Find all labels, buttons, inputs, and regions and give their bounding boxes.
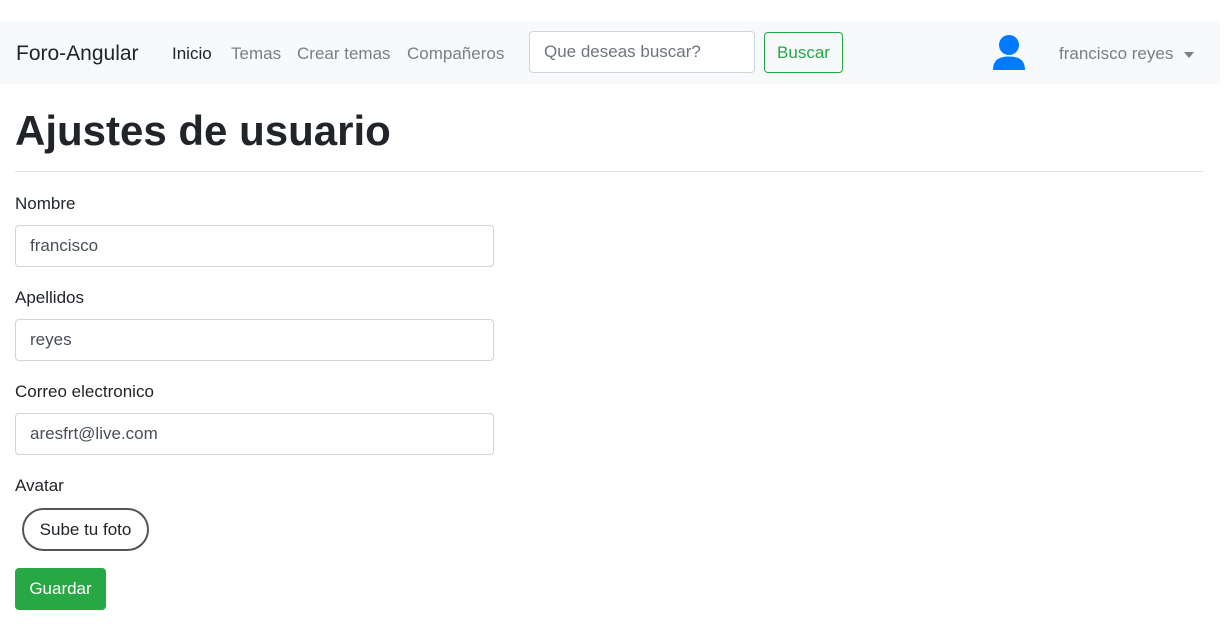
upload-photo-button[interactable]: Sube tu foto [22,508,149,551]
nombre-label: Nombre [15,194,76,213]
nav-link-crear-temas[interactable]: Crear temas [297,43,391,65]
apellidos-field[interactable] [15,319,494,361]
user-dropdown[interactable]: francisco reyes [1059,43,1195,65]
title-divider [15,171,1203,172]
user-name: francisco reyes [1059,44,1174,63]
navbar-brand[interactable]: Foro-Angular [16,41,139,67]
user-icon[interactable] [991,34,1027,72]
correo-field[interactable] [15,413,494,455]
nav-link-inicio[interactable]: Inicio [172,43,212,65]
caret-down-icon [1184,52,1195,58]
search-input[interactable] [529,31,755,73]
navbar: Foro-Angular Inicio Temas Crear temas Co… [0,22,1220,84]
correo-label: Correo electronico [15,382,154,401]
nombre-field[interactable] [15,225,494,267]
search-button[interactable]: Buscar [764,32,843,73]
nav-link-companeros[interactable]: Compañeros [407,43,504,65]
nav-link-temas[interactable]: Temas [231,43,281,65]
page-title: Ajustes de usuario [15,107,391,154]
save-button[interactable]: Guardar [15,568,106,610]
apellidos-label: Apellidos [15,288,84,307]
avatar-label: Avatar [15,476,64,495]
